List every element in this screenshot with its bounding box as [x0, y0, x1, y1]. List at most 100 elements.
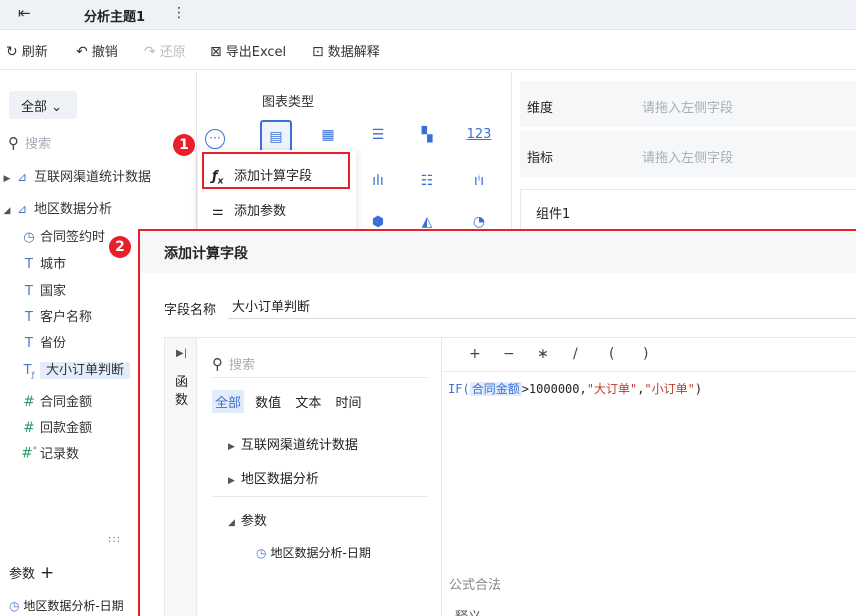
tab-more-icon[interactable]: ⋮ — [172, 5, 186, 21]
dimension-dropzone[interactable]: 维度 请拖入左侧字段 — [520, 81, 856, 127]
dialog-param-item[interactable]: ◷ 地区数据分析-日期 — [256, 544, 371, 561]
tab-analysis-topic[interactable]: 分析主题1 — [84, 6, 145, 25]
tree-field[interactable]: # 合同金额 — [18, 391, 92, 417]
component-card[interactable]: 组件1 — [520, 189, 856, 231]
param-item[interactable]: ◷ 地区数据分析-日期 — [9, 597, 124, 614]
tree-field[interactable]: T 国家 — [18, 280, 66, 306]
data-explain-button[interactable]: ⊡ 数据解释 — [312, 41, 380, 60]
param-date-icon: ◷ — [256, 546, 267, 560]
text-type-icon: T — [25, 284, 33, 299]
op-multiply[interactable]: ∗ — [537, 346, 549, 362]
formula-pane: + − ∗ / ( ) IF(合同金额 >1000000,"大订单","小订单")… — [443, 338, 856, 616]
undo-icon: ↶ — [76, 44, 88, 60]
dialog-search-input[interactable]: ⚲ 搜索 — [212, 354, 428, 378]
text-type-icon: T — [25, 336, 33, 351]
formula-help-label: 释义 — [455, 606, 481, 616]
refresh-button[interactable]: ↻ 刷新 — [6, 41, 48, 60]
exit-icon[interactable]: ⇤ — [18, 4, 31, 22]
horizontal-bar-chart-icon[interactable]: ☷ — [411, 166, 443, 198]
metric-dropzone[interactable]: 指标 请拖入左侧字段 — [520, 131, 856, 177]
kpi-card-chart-icon[interactable]: ▚ — [411, 120, 443, 152]
formula-field-token: 合同金额 — [469, 382, 522, 396]
drag-handle[interactable]: ::: — [108, 534, 121, 545]
dialog-title: 添加计算字段 — [164, 246, 248, 262]
toolbar: ↻ 刷新 ↶ 撤销 ↷ 还原 ⊠ 导出Excel ⊡ 数据解释 — [0, 30, 856, 70]
tree-field[interactable]: #* 记录数 — [18, 443, 79, 469]
dialog-group[interactable]: ▶ 互联网渠道统计数据 — [228, 434, 358, 453]
dialog-group[interactable]: ▶ 地区数据分析 — [228, 468, 319, 487]
params-header: 参数 + — [9, 563, 55, 583]
number-chart-icon[interactable]: 123 — [463, 120, 495, 152]
more-options-icon[interactable]: ··· — [205, 129, 225, 149]
operator-bar: + − ∗ / ( ) — [443, 338, 856, 372]
number-type-icon: # — [23, 394, 35, 410]
detail-table-chart-icon[interactable]: ☰ — [362, 120, 394, 152]
search-icon: ⚲ — [212, 355, 223, 373]
formula-text[interactable]: IF(合同金额 >1000000,"大订单","小订单") — [448, 380, 702, 397]
filter-text[interactable]: 文本 — [292, 390, 324, 413]
excel-icon: ⊠ — [210, 44, 222, 60]
table-chart-icon[interactable]: ▤ — [260, 120, 292, 152]
redo-icon: ↷ — [144, 44, 156, 60]
export-excel-button[interactable]: ⊠ 导出Excel — [210, 41, 286, 60]
op-close-paren[interactable]: ) — [643, 346, 648, 362]
tab-bar: ⇤ 分析主题1 ⋮ — [0, 0, 856, 30]
filter-all[interactable]: 全部 — [212, 390, 245, 413]
menu-add-param[interactable]: ⚌ 添加参数 — [198, 191, 356, 227]
add-calc-field-dialog: 添加计算字段 字段名称 ▶| 函数 ⚲搜索 全部 数值 文本 时间 ▶互联网渠道… — [138, 229, 856, 616]
add-param-button[interactable]: + — [40, 563, 54, 583]
text-type-icon: T — [25, 257, 33, 272]
tree-folder[interactable]: ◢ ⊿ 地区数据分析 — [0, 198, 112, 224]
tree-field[interactable]: # 回款金额 — [18, 417, 92, 443]
type-filters: 全部 数值 文本 时间 — [212, 390, 368, 413]
cross-table-chart-icon[interactable]: ▦ — [312, 120, 344, 152]
data-explain-icon: ⊡ — [312, 44, 324, 60]
tree-field[interactable]: T 省份 — [18, 332, 66, 358]
scope-select[interactable]: 全部 ⌄ — [9, 91, 77, 119]
caret-down-icon: ◢ — [3, 206, 11, 216]
clock-icon: ◷ — [23, 230, 35, 245]
tree-field[interactable]: ◷ 合同签约时 — [18, 226, 105, 252]
step-badge-2: 2 — [109, 236, 131, 258]
filter-time[interactable]: 时间 — [332, 390, 364, 413]
formula-editor: ▶| 函数 ⚲ 搜索 全部 数值 文本 时间 ▶ 互联网渠道统计数据 ▶ 地区数据分析… — [164, 337, 856, 616]
tree-field[interactable]: T 城市 — [18, 253, 66, 279]
divider — [212, 496, 428, 497]
stacked-bar-chart-icon[interactable]: ıⁱı — [463, 166, 495, 198]
redo-button[interactable]: ↷ 还原 — [144, 41, 186, 60]
field-name-label: 字段名称 — [164, 303, 217, 318]
tree-field[interactable]: T 客户名称 — [18, 306, 92, 332]
tree-field-selected[interactable]: Tƒ 大小订单判断 — [18, 359, 131, 385]
field-name-input[interactable] — [228, 293, 856, 319]
tree-folder[interactable]: ▶ ⊿ 互联网渠道统计数据 — [0, 166, 151, 192]
chart-folder-icon: ⊿ — [16, 170, 28, 184]
dialog-header: 添加计算字段 — [140, 231, 856, 273]
function-tab[interactable]: ▶| 函数 — [165, 338, 197, 616]
caret-down-icon: ◢ — [228, 518, 235, 528]
number-type-icon: # — [23, 420, 35, 436]
expand-icon[interactable]: ▶| — [176, 348, 187, 359]
count-type-icon: #* — [21, 445, 37, 462]
dialog-param-group[interactable]: ◢ 参数 — [228, 510, 267, 529]
calc-text-icon: Tƒ — [23, 363, 35, 380]
filter-number[interactable]: 数值 — [252, 390, 284, 413]
chart-folder-icon: ⊿ — [16, 202, 28, 216]
op-minus[interactable]: − — [503, 346, 515, 362]
step-badge-1: 1 — [173, 134, 195, 156]
chevron-down-icon: ⌄ — [51, 100, 63, 115]
caret-right-icon: ▶ — [228, 476, 235, 486]
dimension-metric-panel: 维度 请拖入左侧字段 指标 请拖入左侧字段 组件1 — [511, 71, 856, 231]
param-date-icon: ◷ — [9, 599, 20, 613]
op-divide[interactable]: / — [573, 346, 578, 362]
op-plus[interactable]: + — [469, 346, 481, 362]
sliders-icon: ⚌ — [212, 204, 224, 219]
field-search[interactable]: ⚲ 搜索 — [8, 133, 51, 155]
op-open-paren[interactable]: ( — [609, 346, 614, 362]
caret-right-icon: ▶ — [3, 174, 11, 184]
undo-button[interactable]: ↶ 撤销 — [76, 41, 118, 60]
dialog-field-pane: ⚲ 搜索 全部 数值 文本 时间 ▶ 互联网渠道统计数据 ▶ 地区数据分析 ◢ 参数 ◷… — [198, 338, 442, 616]
chart-type-title: 图表类型 — [262, 95, 315, 110]
bar-chart-icon[interactable]: ılı — [362, 166, 394, 198]
refresh-icon: ↻ — [6, 44, 18, 60]
formula-valid-status: 公式合法 — [449, 578, 502, 593]
